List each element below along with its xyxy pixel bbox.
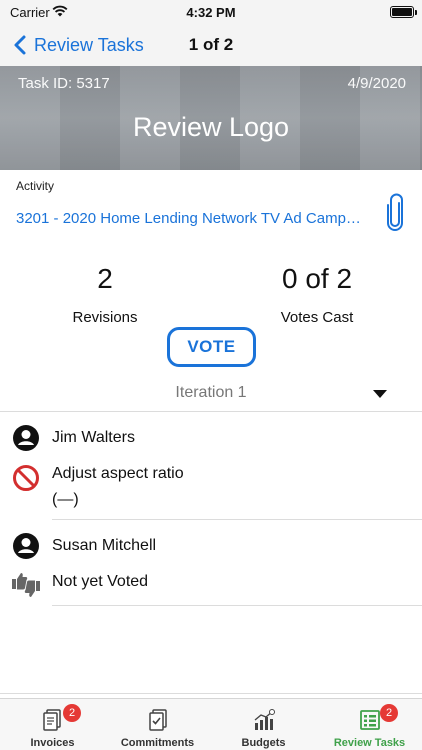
budget-chart-icon bbox=[254, 709, 275, 730]
tab-invoices[interactable]: 2 Invoices bbox=[0, 699, 105, 750]
divider bbox=[52, 519, 422, 520]
votes-stat: 0 of 2 Votes Cast bbox=[262, 263, 372, 326]
reviewer-name: Susan Mitchell bbox=[52, 537, 157, 554]
tab-budgets[interactable]: Budgets bbox=[211, 699, 316, 750]
no-entry-icon bbox=[13, 465, 39, 491]
commitment-icon bbox=[149, 709, 167, 731]
tab-review-tasks[interactable]: 2 Review Tasks bbox=[317, 699, 422, 750]
activity-link[interactable]: 3201 - 2020 Home Lending Network TV Ad C… bbox=[16, 210, 368, 227]
paperclip-icon[interactable] bbox=[384, 193, 408, 231]
divider bbox=[52, 605, 422, 606]
tab-bar: 2 Invoices Commitments Budgets 2 Review … bbox=[0, 698, 422, 750]
revisions-count: 2 bbox=[97, 263, 113, 294]
review-list-icon bbox=[360, 710, 380, 730]
tab-commitments[interactable]: Commitments bbox=[105, 699, 210, 750]
tab-label: Budgets bbox=[241, 737, 286, 749]
back-button[interactable]: Review Tasks bbox=[10, 34, 144, 56]
vote-button[interactable]: VOTE bbox=[167, 327, 256, 367]
tab-label: Invoices bbox=[30, 737, 75, 749]
task-title: Review Logo bbox=[132, 112, 290, 142]
reviewer-status: Not yet Voted bbox=[52, 573, 149, 590]
tab-label: Review Tasks bbox=[333, 737, 406, 749]
task-header: Task ID: 5317 4/9/2020 Review Logo bbox=[0, 66, 422, 170]
iteration-dropdown[interactable]: Iteration 1 bbox=[0, 384, 422, 406]
invoice-icon bbox=[43, 709, 61, 731]
navigation-bar: Review Tasks 1 of 2 bbox=[0, 26, 422, 66]
votes-count: 0 of 2 bbox=[281, 263, 353, 294]
thumbs-up-down-icon bbox=[12, 573, 40, 597]
notification-badge: 2 bbox=[63, 704, 81, 722]
status-bar: Carrier 4:32 PM bbox=[0, 0, 422, 26]
reviewer-comment: (—) bbox=[52, 491, 79, 508]
divider bbox=[0, 411, 422, 412]
caret-down-icon bbox=[373, 390, 387, 398]
chevron-left-icon bbox=[14, 35, 26, 55]
iteration-selected: Iteration 1 bbox=[175, 384, 247, 401]
revisions-label: Revisions bbox=[72, 309, 138, 326]
task-id: Task ID: 5317 bbox=[18, 75, 110, 92]
user-avatar-icon bbox=[13, 533, 39, 559]
task-date: 4/9/2020 bbox=[347, 75, 406, 92]
divider bbox=[0, 693, 422, 694]
back-button-label: Review Tasks bbox=[34, 34, 144, 55]
votes-label: Votes Cast bbox=[280, 309, 354, 326]
clock: 4:32 PM bbox=[186, 5, 236, 20]
activity-label: Activity bbox=[16, 179, 55, 193]
notification-badge: 2 bbox=[380, 704, 398, 722]
revisions-stat: 2 Revisions bbox=[55, 263, 155, 326]
reviewer-status: Adjust aspect ratio bbox=[52, 465, 184, 482]
tab-label: Commitments bbox=[120, 737, 195, 749]
reviewer-name: Jim Walters bbox=[52, 429, 135, 446]
battery-icon bbox=[390, 6, 417, 18]
user-avatar-icon bbox=[13, 425, 39, 451]
